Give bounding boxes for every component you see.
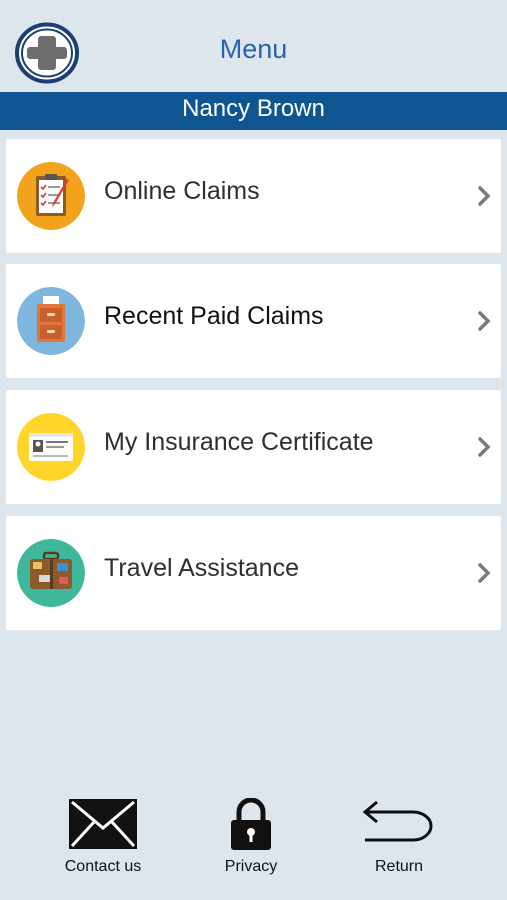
return-arrow-icon — [362, 800, 433, 842]
file-cabinet-icon — [17, 287, 85, 355]
lock-icon — [231, 798, 271, 850]
user-name-bar: Nancy Brown — [0, 92, 507, 130]
menu-item-label: Online Claims — [104, 177, 260, 205]
envelope-icon — [69, 799, 137, 849]
menu-item-insurance-certificate[interactable]: My Insurance Certificate — [6, 390, 501, 504]
privacy-label: Privacy — [224, 858, 278, 875]
app-header: Menu — [0, 0, 507, 92]
menu-item-online-claims[interactable]: Online Claims — [6, 139, 501, 253]
contact-us-label: Contact us — [64, 858, 142, 875]
chevron-right-icon — [478, 437, 491, 457]
privacy-button[interactable]: Privacy — [196, 798, 306, 876]
menu-item-travel-assistance[interactable]: Travel Assistance — [6, 516, 501, 630]
menu-item-label: Travel Assistance — [104, 554, 299, 582]
chevron-right-icon — [478, 563, 491, 583]
contact-us-button[interactable]: Contact us — [48, 798, 158, 876]
chevron-right-icon — [478, 186, 491, 206]
menu-item-label: Recent Paid Claims — [104, 302, 324, 330]
return-button[interactable]: Return — [344, 798, 454, 876]
suitcase-icon — [17, 539, 85, 607]
id-card-icon — [17, 413, 85, 481]
return-label: Return — [374, 858, 424, 875]
page-title: Menu — [219, 34, 288, 64]
menu-item-label: My Insurance Certificate — [104, 428, 374, 456]
clipboard-icon — [17, 162, 85, 230]
chevron-right-icon — [478, 311, 491, 331]
menu-item-recent-paid-claims[interactable]: Recent Paid Claims — [6, 264, 501, 378]
